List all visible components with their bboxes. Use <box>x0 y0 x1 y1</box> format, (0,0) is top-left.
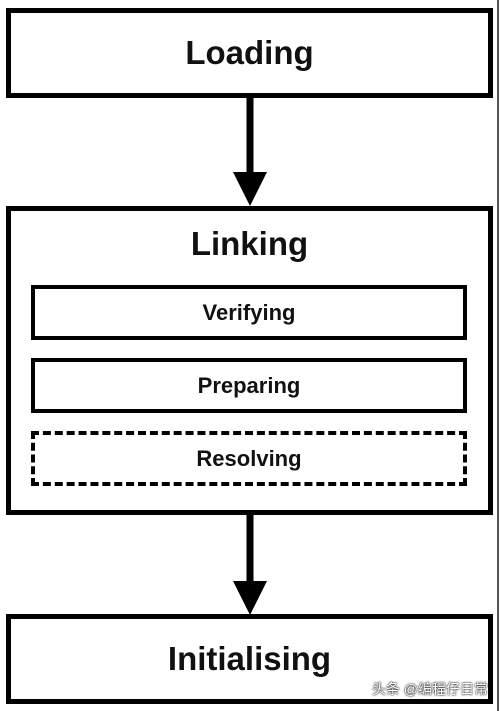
watermark: 头条 @编程仔日常 <box>371 681 488 697</box>
loading-box: Loading <box>6 8 493 98</box>
arrow-linking-to-initialising <box>233 513 267 615</box>
resolving-label: Resolving <box>196 445 302 471</box>
loading-label: Loading <box>185 34 314 71</box>
arrow-loading-to-linking <box>233 96 267 206</box>
right-edge-line <box>497 0 499 711</box>
verifying-box: Verifying <box>31 285 467 340</box>
initialising-label: Initialising <box>167 640 332 677</box>
preparing-label: Preparing <box>197 372 301 398</box>
preparing-box: Preparing <box>31 358 467 413</box>
verifying-label: Verifying <box>202 299 296 325</box>
resolving-box: Resolving <box>31 431 467 486</box>
linking-label: Linking <box>190 225 309 262</box>
